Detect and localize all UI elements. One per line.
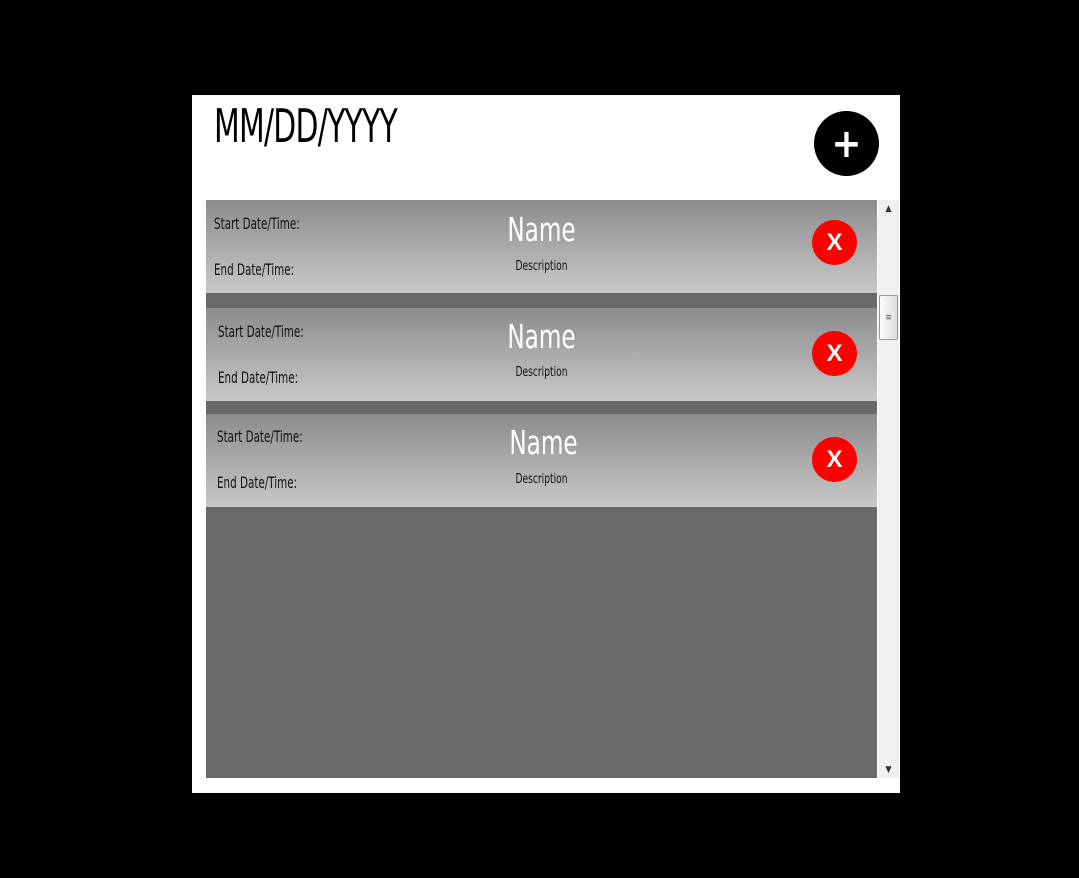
- event-name: Name: [507, 317, 576, 356]
- vertical-scrollbar[interactable]: ▲ ≡ ▼: [878, 200, 899, 778]
- event-item[interactable]: Start Date/Time: End Date/Time: Name Des…: [206, 200, 877, 293]
- add-event-button[interactable]: +: [814, 111, 879, 176]
- delete-event-button[interactable]: X: [812, 331, 857, 376]
- scroll-up-arrow[interactable]: ▲: [878, 200, 899, 217]
- event-item[interactable]: Start Date/Time: End Date/Time: Name Des…: [206, 414, 877, 507]
- event-list: Start Date/Time: End Date/Time: Name Des…: [206, 200, 877, 778]
- scroll-thumb[interactable]: ≡: [879, 295, 898, 340]
- event-description: Description: [515, 259, 568, 274]
- date-title[interactable]: MM/DD/YYYY: [214, 99, 398, 153]
- event-name: Name: [507, 210, 576, 249]
- event-name: Name: [509, 423, 578, 462]
- delete-event-button[interactable]: X: [812, 220, 857, 265]
- event-description: Description: [515, 472, 568, 487]
- scroll-down-arrow[interactable]: ▼: [878, 761, 899, 778]
- calendar-panel: MM/DD/YYYY + Start Date/Time: End Date/T…: [192, 95, 900, 793]
- delete-event-button[interactable]: X: [812, 437, 857, 482]
- event-description: Description: [515, 365, 568, 380]
- event-item[interactable]: Start Date/Time: End Date/Time: Name Des…: [206, 308, 877, 401]
